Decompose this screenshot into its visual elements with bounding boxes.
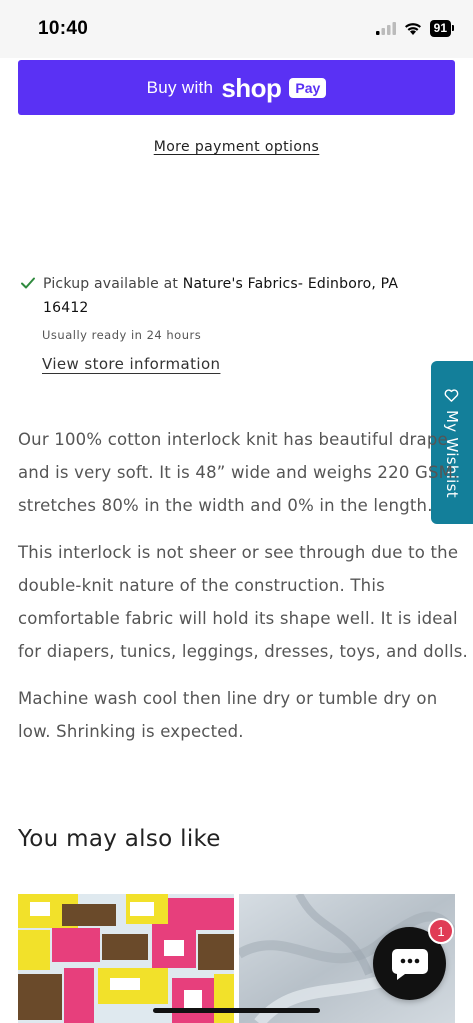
- battery-indicator: 91: [429, 20, 455, 37]
- pickup-ready-time: Usually ready in 24 hours: [42, 328, 202, 342]
- description-line: stretches 80% in the width and 0% in the…: [18, 496, 433, 515]
- animal-print-fabric-image: [18, 894, 234, 1023]
- more-payment-container: More payment options: [0, 136, 473, 155]
- description-line: Our 100% cotton interlock knit has beaut…: [18, 430, 448, 449]
- you-may-also-like-heading: You may also like: [18, 826, 221, 852]
- description-line: and is very soft. It is 48” wide and wei…: [18, 463, 459, 482]
- heart-icon: [445, 388, 459, 402]
- pickup-availability: Pickup available at Nature's Fabrics- Ed…: [20, 272, 430, 373]
- cellular-signal-icon: [375, 22, 396, 35]
- home-indicator: [153, 1008, 320, 1013]
- status-bar: 10:40 91: [0, 0, 473, 58]
- pickup-prefix: Pickup available at: [43, 276, 183, 292]
- description-paragraph-1: Our 100% cotton interlock knit has beaut…: [18, 423, 458, 522]
- buy-with-label: Buy with: [146, 77, 214, 97]
- description-line: comfortable fabric will hold its shape w…: [18, 609, 458, 628]
- pickup-text: Pickup available at Nature's Fabrics- Ed…: [43, 272, 430, 320]
- description-line: Machine wash cool then line dry or tumbl…: [18, 689, 438, 708]
- description-paragraph-3: Machine wash cool then line dry or tumbl…: [18, 682, 458, 748]
- description-line: low. Shrinking is expected.: [18, 722, 244, 741]
- more-payment-options-link[interactable]: More payment options: [154, 139, 320, 155]
- status-time: 10:40: [38, 18, 89, 39]
- description-line: double-knit nature of the construction. …: [18, 576, 385, 595]
- product-card-image[interactable]: [18, 894, 234, 1023]
- description-line: This interlock is not sheer or see throu…: [18, 543, 459, 562]
- checkmark-icon: [21, 277, 35, 289]
- wifi-icon: [404, 23, 421, 35]
- view-store-information-link[interactable]: View store information: [42, 355, 220, 373]
- pay-badge: Pay: [289, 77, 327, 98]
- description-line: for diapers, tunics, leggings, dresses, …: [18, 642, 468, 661]
- chat-notification-badge: 1: [428, 918, 454, 944]
- description-paragraph-2: This interlock is not sheer or see throu…: [18, 536, 468, 668]
- buy-with-shop-pay-button[interactable]: Buy with shop Pay: [18, 60, 455, 115]
- chat-bubble-icon: [391, 948, 428, 980]
- shop-logo: shop: [221, 72, 282, 103]
- product-description: Our 100% cotton interlock knit has beaut…: [18, 423, 468, 762]
- status-icons: 91: [375, 20, 455, 37]
